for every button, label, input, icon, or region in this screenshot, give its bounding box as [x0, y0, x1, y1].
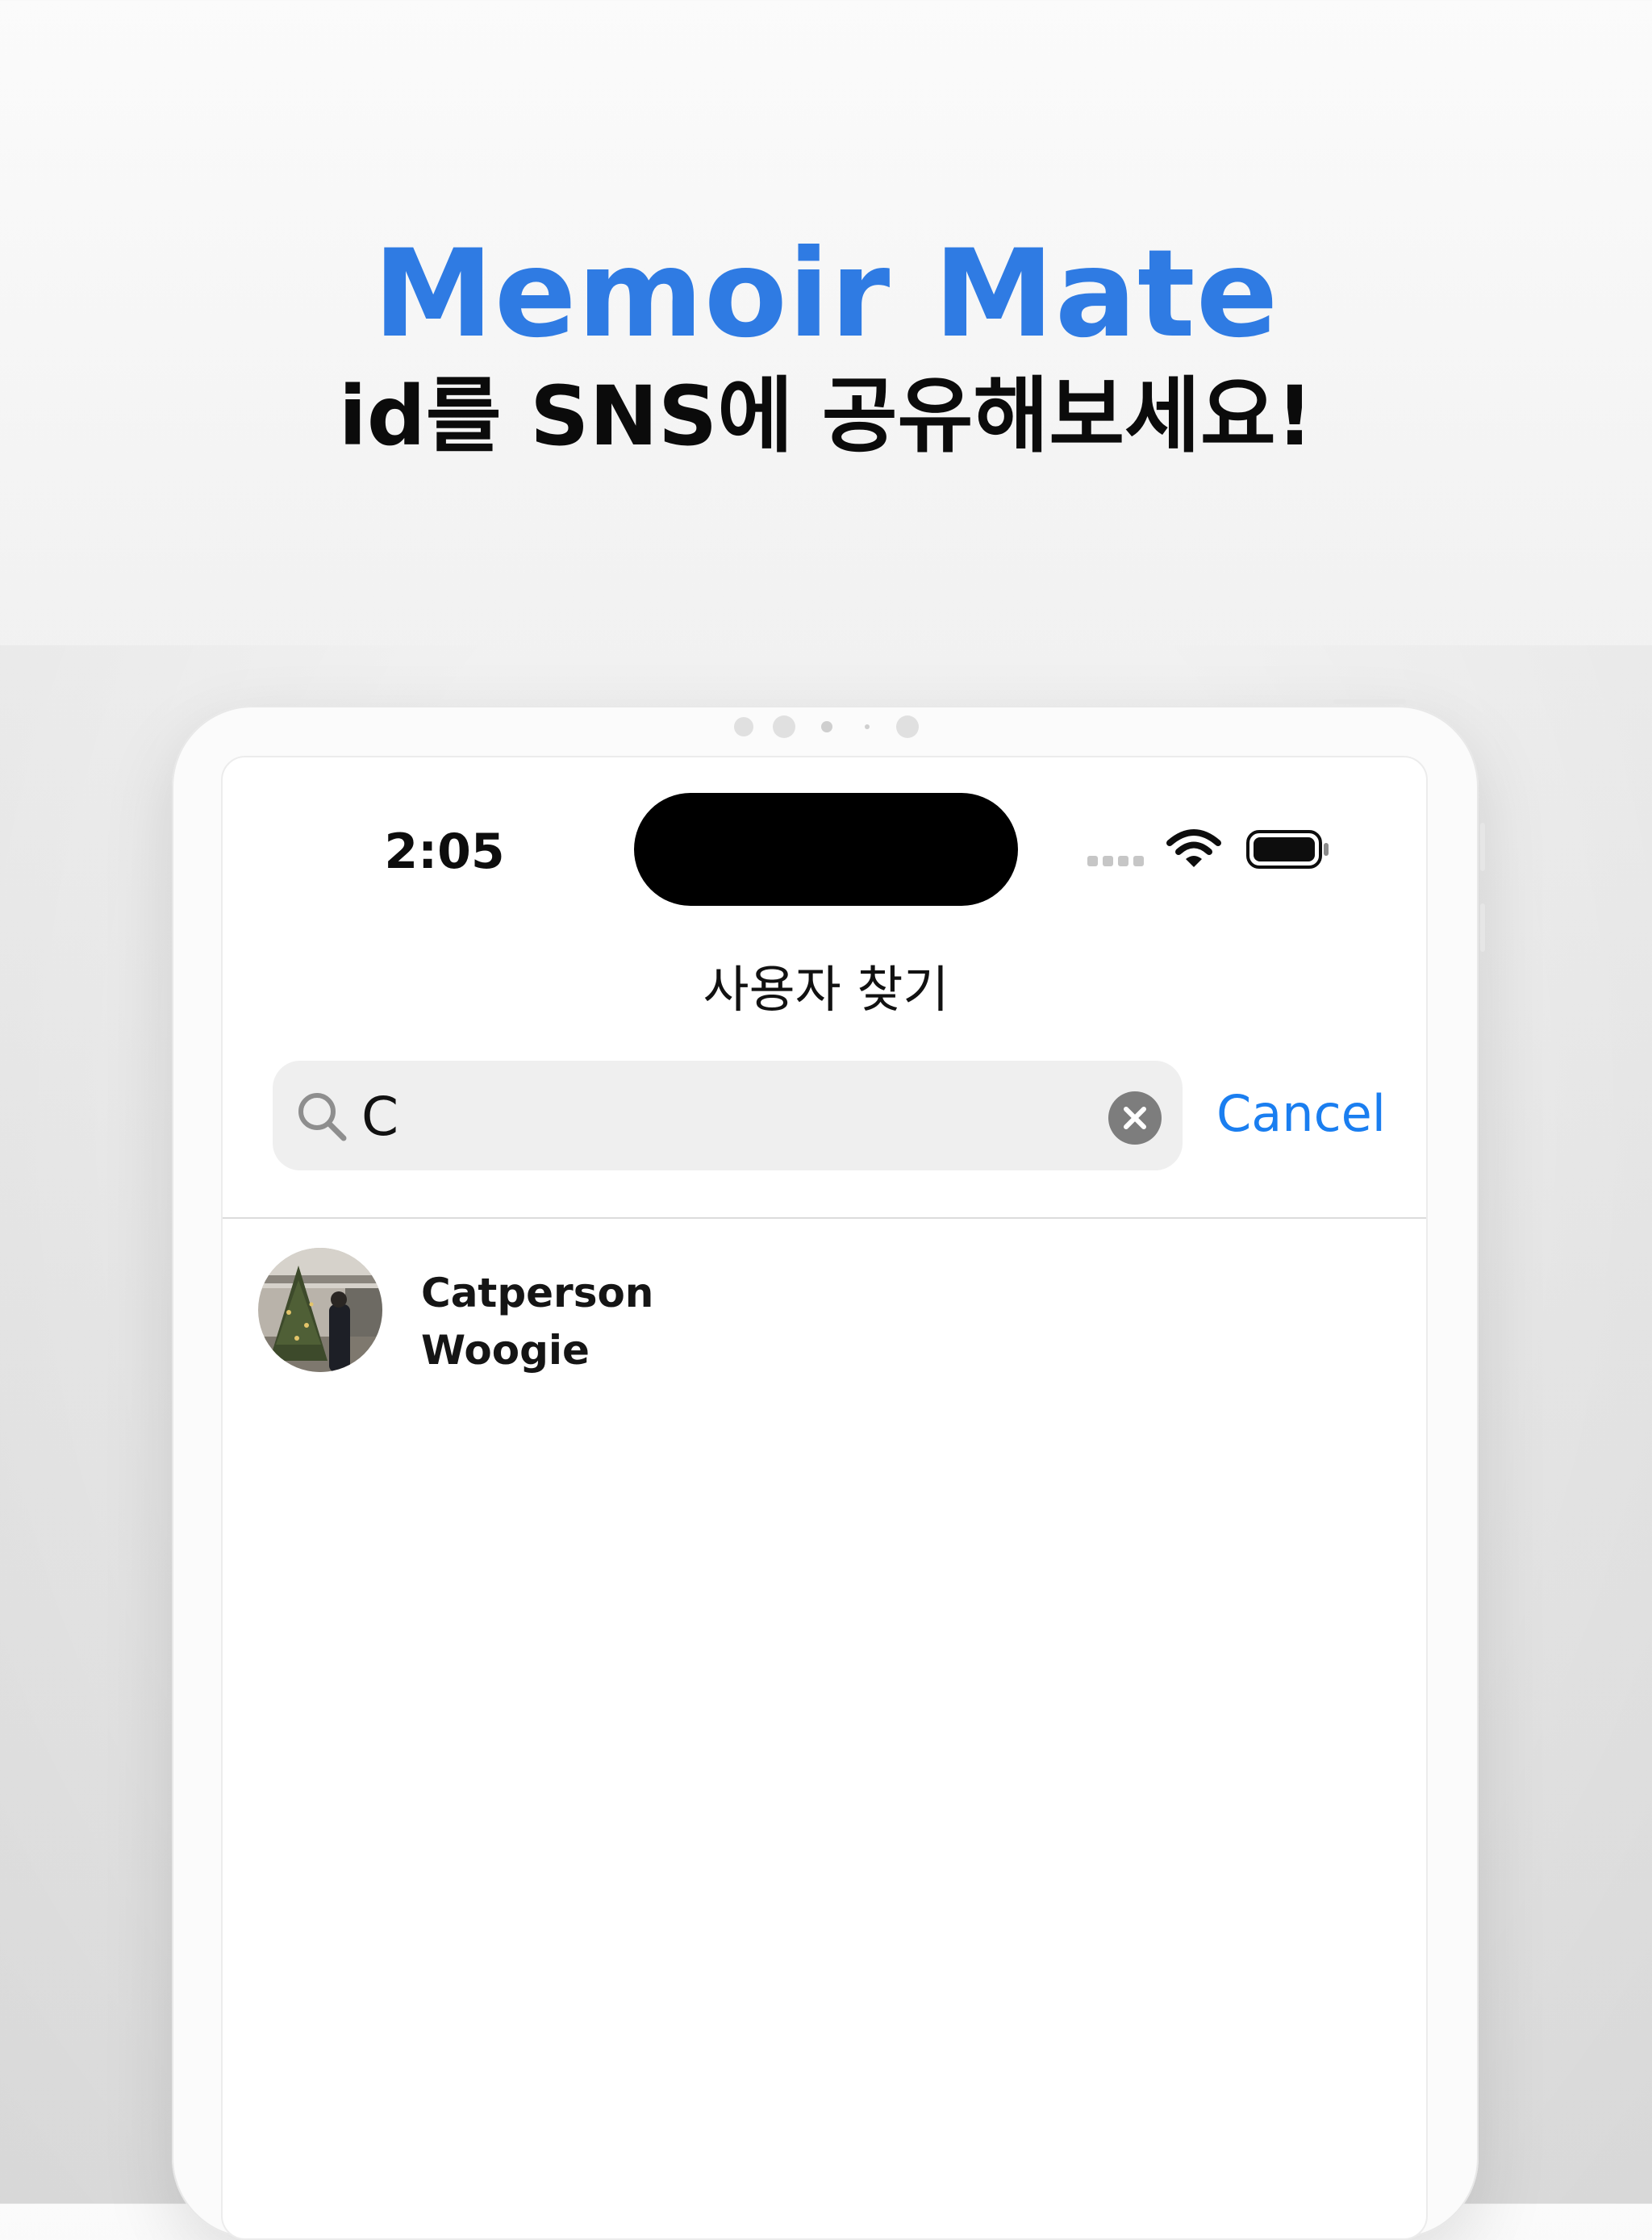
sensor-dot — [896, 715, 919, 738]
volume-down-button — [1480, 903, 1485, 952]
search-icon — [298, 1093, 347, 1141]
volume-up-button — [1480, 823, 1485, 871]
avatar — [258, 1248, 382, 1372]
search-bar[interactable] — [273, 1061, 1183, 1170]
clear-search-button[interactable] — [1108, 1091, 1162, 1145]
sensor-dot — [773, 715, 795, 738]
profile-photo — [258, 1248, 382, 1372]
clear-icon — [1124, 1107, 1146, 1129]
top-button — [1333, 699, 1406, 704]
battery-icon — [1246, 830, 1329, 869]
list-item[interactable]: Catperson Woogie — [223, 1240, 1426, 1377]
device-screen: 2:05 사용자 찾기 Cancel — [221, 756, 1428, 2240]
cancel-button[interactable]: Cancel — [1216, 1083, 1386, 1145]
cellular-signal-icon — [1087, 856, 1144, 866]
divider — [223, 1217, 1426, 1219]
sensor-dot — [865, 724, 870, 729]
search-input[interactable] — [361, 1087, 1087, 1148]
app-name-heading: Memoir Mate — [373, 224, 1279, 365]
tagline-heading: id를 SNS에 공유해보세요! — [338, 369, 1314, 465]
status-time: 2:05 — [384, 824, 505, 880]
camera-lens — [821, 721, 832, 732]
sensor-dot — [734, 717, 753, 736]
page-title: 사용자 찾기 — [703, 960, 949, 1019]
wifi-icon — [1166, 829, 1221, 867]
result-subtitle: Woogie — [421, 1327, 590, 1374]
result-name: Catperson — [421, 1270, 654, 1316]
dynamic-island — [634, 793, 1018, 906]
